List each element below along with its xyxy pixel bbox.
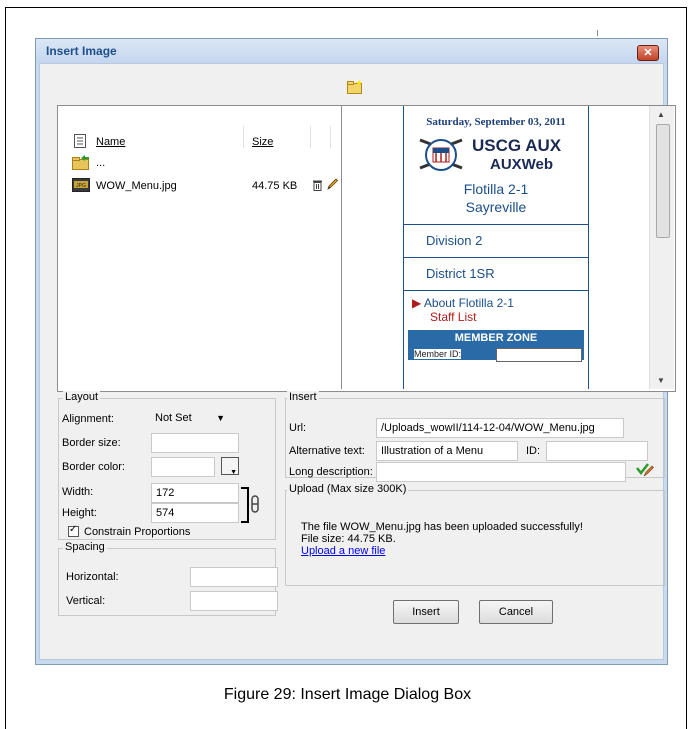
upload-file-size: File size: 44.75 KB. [301,533,396,545]
cancel-button[interactable]: Cancel [479,600,553,624]
preview-nav-item: District 1SR [404,257,588,290]
color-picker-button[interactable]: ▼ [221,457,239,476]
height-input[interactable]: 574 [151,503,239,523]
preview-city: Sayreville [465,199,527,215]
uscg-seal-icon [419,138,463,171]
alignment-select[interactable]: Not Set ▼ [151,410,231,428]
url-label: Url: [289,422,307,434]
border-color-input[interactable] [151,457,215,477]
svg-text:JPG: JPG [76,183,86,189]
long-description-label: Long description: [289,466,373,478]
insert-image-dialog: Insert Image ✕ Name Size ... JPG WOW_Men… [35,38,676,665]
size-column-header[interactable]: Size [252,136,273,148]
upload-legend: Upload (Max size 300K) [287,483,409,495]
name-column-header[interactable]: Name [96,136,125,148]
chevron-down-icon: ▼ [216,413,225,423]
preview-member-id: Member ID: [414,349,462,359]
file-browser: Name Size ... JPG WOW_Menu.jpg 44.75 KB … [57,105,676,392]
horizontal-label: Horizontal: [66,571,119,583]
color-picker-arrow-icon: ▼ [230,469,237,476]
url-input[interactable]: /Uploads_wowII/114-12-04/WOW_Menu.jpg [376,418,624,438]
parent-folder-label: ... [96,157,106,169]
layout-legend: Layout [63,391,101,403]
preview-flotilla: Flotilla 2-1 [463,181,529,197]
preview-date: Saturday, September 03, 2011 [426,116,566,128]
upload-new-file-link[interactable]: Upload a new file [301,545,385,557]
border-color-label: Border color: [62,461,125,473]
horizontal-spacing-input[interactable] [190,567,278,587]
id-input[interactable] [546,441,648,461]
preview-about-label: About Flotilla 2-1 [423,296,514,310]
preview-nav-item: Division 2 [404,224,588,257]
alignment-label: Alignment: [62,413,114,425]
constrain-checkbox[interactable]: ✓ [68,524,79,537]
layout-group: Layout Alignment: Not Set ▼ Border size:… [58,391,276,540]
folder-up-icon [72,155,89,170]
upload-group: Upload (Max size 300K) The file WOW_Menu… [285,483,665,586]
preview-site-menu: Saturday, September 03, 2011 USCG AUX AU… [403,106,589,389]
preview-scrollbar[interactable]: ▲ ▼ [649,106,674,389]
dialog-body: Name Size ... JPG WOW_Menu.jpg 44.75 KB … [39,63,676,660]
file-name: WOW_Menu.jpg [96,180,177,192]
column-separator [243,126,244,148]
image-file-icon: JPG [72,178,90,192]
constrain-lock-icon[interactable] [240,487,262,523]
upload-message: The file WOW_Menu.jpg has been uploaded … [301,521,583,533]
preview-about: ▶ About Flotilla 2-1 Staff List [404,290,588,330]
preview-logo-line2: AUXWeb [490,156,554,173]
vertical-spacing-input[interactable] [190,591,278,611]
scroll-thumb[interactable] [656,124,670,238]
rename-pencil-icon[interactable] [326,178,338,191]
constrain-label: Constrain Proportions [84,526,191,538]
alignment-value: Not Set [155,412,192,424]
column-separator [310,126,311,148]
image-preview: Saturday, September 03, 2011 USCG AUX AU… [342,106,649,389]
id-label: ID: [526,445,541,457]
border-size-input[interactable] [151,433,239,453]
insert-legend: Insert [287,391,319,403]
scroll-up-icon[interactable]: ▲ [657,110,665,119]
file-header-icon [74,134,86,148]
check-icon: ✓ [69,524,78,535]
alt-text-input[interactable]: Illustration of a Menu [376,441,518,461]
file-list: Name Size ... JPG WOW_Menu.jpg 44.75 KB [58,106,342,389]
new-folder-icon[interactable] [347,80,363,94]
close-button[interactable]: ✕ [637,45,659,61]
preview-logo-line1: USCG AUX [472,136,562,155]
preview-member-input [496,348,582,362]
spacing-legend: Spacing [63,541,107,553]
dialog-title: Insert Image [46,44,117,58]
preview-staff-label: Staff List [430,310,477,324]
scroll-down-icon[interactable]: ▼ [657,376,665,385]
border-size-label: Border size: [62,437,121,449]
long-description-input[interactable] [376,462,626,482]
spacing-group: Spacing Horizontal: Vertical: [58,541,278,616]
height-label: Height: [62,507,97,519]
file-row[interactable]: JPG WOW_Menu.jpg 44.75 KB [58,177,341,195]
figure-caption: Figure 29: Insert Image Dialog Box [223,686,472,703]
insert-button[interactable]: Insert [393,600,459,624]
preview-member-zone: MEMBER ZONE [408,330,584,346]
edit-description-icon[interactable] [636,462,654,478]
delete-icon[interactable] [312,179,323,191]
arrow-right-icon: ▶ [412,296,422,310]
file-size: 44.75 KB [252,180,298,192]
preview-member-box: Member ID: [408,346,584,362]
column-separator [330,126,331,148]
alt-text-label: Alternative text: [289,445,365,457]
vertical-label: Vertical: [66,595,106,607]
width-label: Width: [62,486,94,498]
insert-group: Insert Url: /Uploads_wowII/114-12-04/WOW… [285,391,665,482]
dialog-titlebar[interactable]: Insert Image ✕ [36,39,667,63]
preview-logo: USCG AUX AUXWeb [404,132,588,180]
width-input[interactable]: 172 [151,483,239,503]
frame-tick [597,30,598,36]
